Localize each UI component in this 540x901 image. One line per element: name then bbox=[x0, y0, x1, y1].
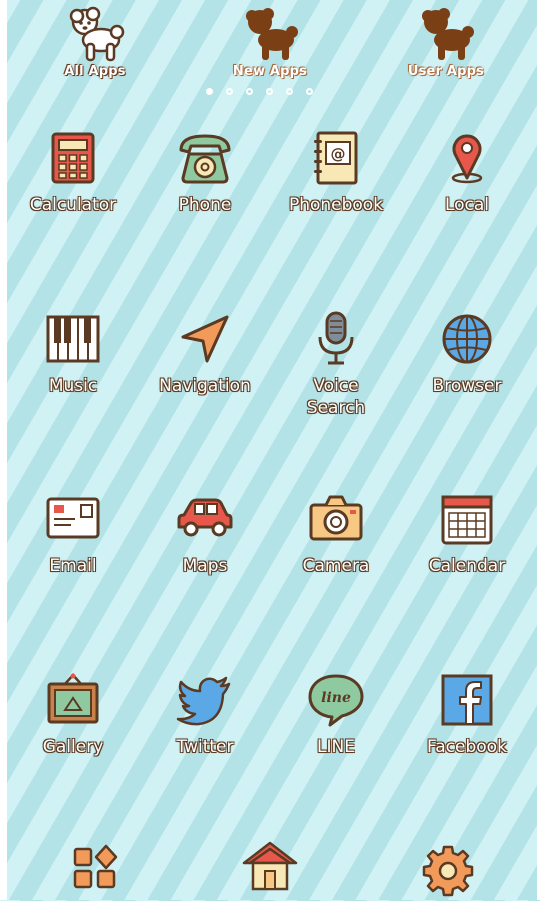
app-local[interactable]: Local bbox=[401, 128, 533, 216]
app-music[interactable]: Music bbox=[7, 309, 139, 397]
calculator-icon bbox=[51, 132, 95, 184]
line-bubble-icon: line bbox=[308, 674, 364, 727]
microphone-icon bbox=[318, 311, 354, 365]
app-label: Calendar bbox=[428, 556, 506, 576]
app-calendar[interactable]: Calendar bbox=[401, 489, 533, 577]
app-label: Gallery bbox=[42, 737, 104, 757]
app-label: Facebook bbox=[427, 737, 507, 757]
app-label: Phonebook bbox=[288, 195, 384, 215]
camera-icon bbox=[309, 495, 363, 541]
app-camera[interactable]: Camera bbox=[270, 489, 402, 577]
app-label: LINE bbox=[317, 737, 355, 757]
envelope-icon bbox=[46, 497, 100, 539]
app-email[interactable]: Email bbox=[7, 489, 139, 577]
twitter-bird-icon bbox=[176, 676, 231, 726]
piano-keys-icon bbox=[46, 315, 100, 363]
calendar-icon bbox=[441, 495, 493, 545]
app-label: Browser bbox=[432, 376, 502, 396]
car-icon bbox=[177, 498, 233, 537]
app-facebook[interactable]: Facebook bbox=[401, 670, 533, 758]
map-pin-icon bbox=[451, 134, 483, 184]
app-voice-search[interactable]: Voice Search bbox=[270, 309, 402, 419]
app-line[interactable]: line LINE bbox=[270, 670, 402, 758]
app-phonebook[interactable]: @ Phonebook bbox=[270, 128, 402, 216]
app-gallery[interactable]: Gallery bbox=[7, 670, 139, 758]
app-phone[interactable]: Phone bbox=[139, 128, 271, 216]
navigation-arrow-icon bbox=[181, 315, 229, 363]
app-drawer-button[interactable] bbox=[66, 841, 126, 901]
app-drawer-icon bbox=[73, 844, 118, 889]
picture-frame-icon bbox=[47, 673, 99, 724]
home-button[interactable] bbox=[240, 839, 300, 899]
phone-icon bbox=[179, 134, 231, 184]
app-label: Phone bbox=[178, 195, 232, 215]
app-browser[interactable]: Browser bbox=[401, 309, 533, 397]
app-label: Local bbox=[444, 195, 490, 215]
globe-icon bbox=[442, 314, 492, 364]
settings-button[interactable] bbox=[420, 841, 480, 901]
app-label: Navigation bbox=[159, 376, 251, 396]
app-label: Voice Search bbox=[306, 376, 366, 418]
app-navigation[interactable]: Navigation bbox=[139, 309, 271, 397]
phonebook-icon: @ bbox=[314, 131, 358, 185]
dock-bar bbox=[0, 835, 540, 900]
facebook-icon bbox=[441, 674, 493, 726]
app-label: Music bbox=[48, 376, 98, 396]
settings-gear-icon bbox=[422, 845, 474, 897]
home-icon bbox=[242, 841, 298, 891]
svg-text:line: line bbox=[321, 690, 351, 706]
app-label: Email bbox=[49, 556, 97, 576]
app-maps[interactable]: Maps bbox=[139, 489, 271, 577]
app-label: Camera bbox=[302, 556, 370, 576]
app-label: Calculator bbox=[29, 195, 117, 215]
svg-text:@: @ bbox=[331, 145, 346, 163]
app-label: Twitter bbox=[176, 737, 234, 757]
app-grid: Calculator Phone @ Phonebook Local Music… bbox=[0, 0, 540, 800]
app-twitter[interactable]: Twitter bbox=[139, 670, 271, 758]
app-label: Maps bbox=[182, 556, 228, 576]
app-calculator[interactable]: Calculator bbox=[7, 128, 139, 216]
